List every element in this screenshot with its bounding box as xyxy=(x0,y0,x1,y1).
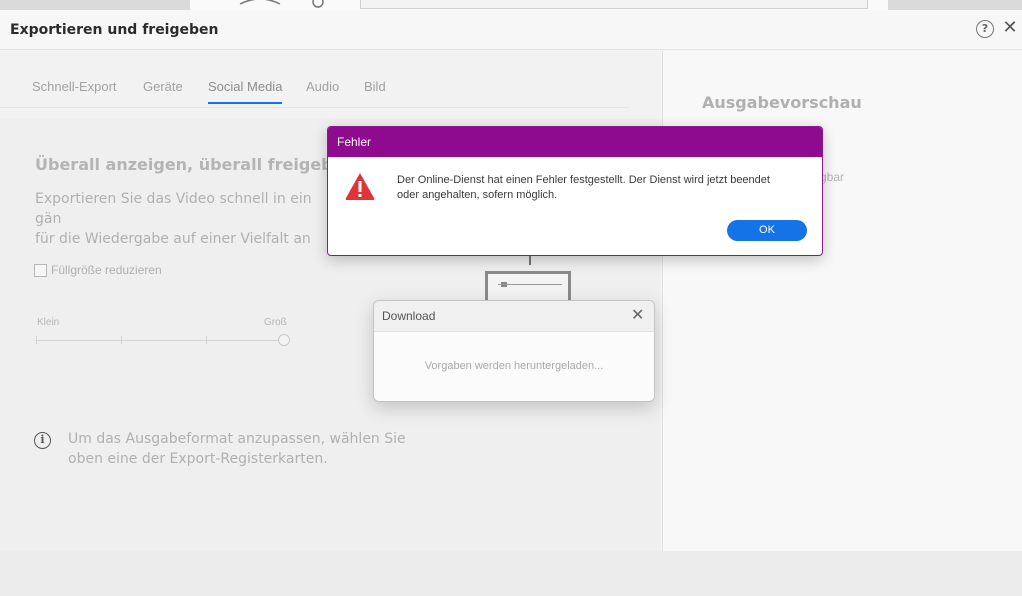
size-slider-track[interactable] xyxy=(36,340,284,341)
tab-audio[interactable]: Audio xyxy=(306,79,339,102)
preview-status-text: gbar xyxy=(820,170,845,184)
tab-schnell-export[interactable]: Schnell-Export xyxy=(32,79,117,102)
download-title: Download xyxy=(382,309,436,323)
error-dialog: Fehler Der Online-Dienst hat einen Fehle… xyxy=(327,126,823,256)
reduce-size-checkbox[interactable] xyxy=(34,263,47,277)
dialog-title: Exportieren und freigeben xyxy=(10,22,219,38)
tab-geraete[interactable]: Geräte xyxy=(143,79,183,102)
background-window xyxy=(0,0,1022,10)
diagram-line xyxy=(498,284,562,285)
ok-button[interactable]: OK xyxy=(727,220,807,241)
slider-min-label: Klein xyxy=(37,317,60,328)
info-text: Um das Ausgabeformat anzupassen, wählen … xyxy=(68,431,406,467)
preview-title: Ausgabevorschau xyxy=(702,93,862,112)
download-message: Vorgaben werden heruntergeladen... xyxy=(424,360,604,372)
slider-max-label: Groß xyxy=(264,317,287,328)
info-icon: i xyxy=(34,432,51,449)
close-icon[interactable]: ✕ xyxy=(1001,18,1019,38)
dialog-titlebar: Exportieren und freigeben ? ✕ xyxy=(0,10,1022,50)
help-icon[interactable]: ? xyxy=(976,20,994,38)
reduce-size-option[interactable]: Füllgröße reduzieren xyxy=(34,263,162,277)
slider-tick xyxy=(121,336,122,344)
slider-tick xyxy=(36,336,37,344)
reduce-size-label: Füllgröße reduzieren xyxy=(51,263,162,277)
content-heading: Überall anzeigen, überall freigeben xyxy=(35,155,355,174)
tab-social-media[interactable]: Social Media xyxy=(208,79,283,104)
tabs-divider xyxy=(0,107,629,108)
size-slider-handle[interactable] xyxy=(278,334,290,346)
download-dialog: Download ✕ Vorgaben werden heruntergelad… xyxy=(373,300,655,402)
tab-bild[interactable]: Bild xyxy=(364,79,386,102)
dialog-footer xyxy=(0,551,1022,596)
close-icon[interactable]: ✕ xyxy=(631,306,644,324)
background-input xyxy=(360,0,868,9)
slider-tick xyxy=(206,336,207,344)
error-title: Fehler xyxy=(337,135,372,149)
error-message: Der Online-Dienst hat einen Fehler festg… xyxy=(397,174,770,201)
background-graphic-icon xyxy=(239,0,324,8)
download-titlebar: Download ✕ xyxy=(374,301,654,332)
error-titlebar: Fehler xyxy=(328,127,822,157)
warning-triangle-icon xyxy=(345,173,375,200)
content-description: Exportieren Sie das Video schnell in ein… xyxy=(35,191,312,247)
